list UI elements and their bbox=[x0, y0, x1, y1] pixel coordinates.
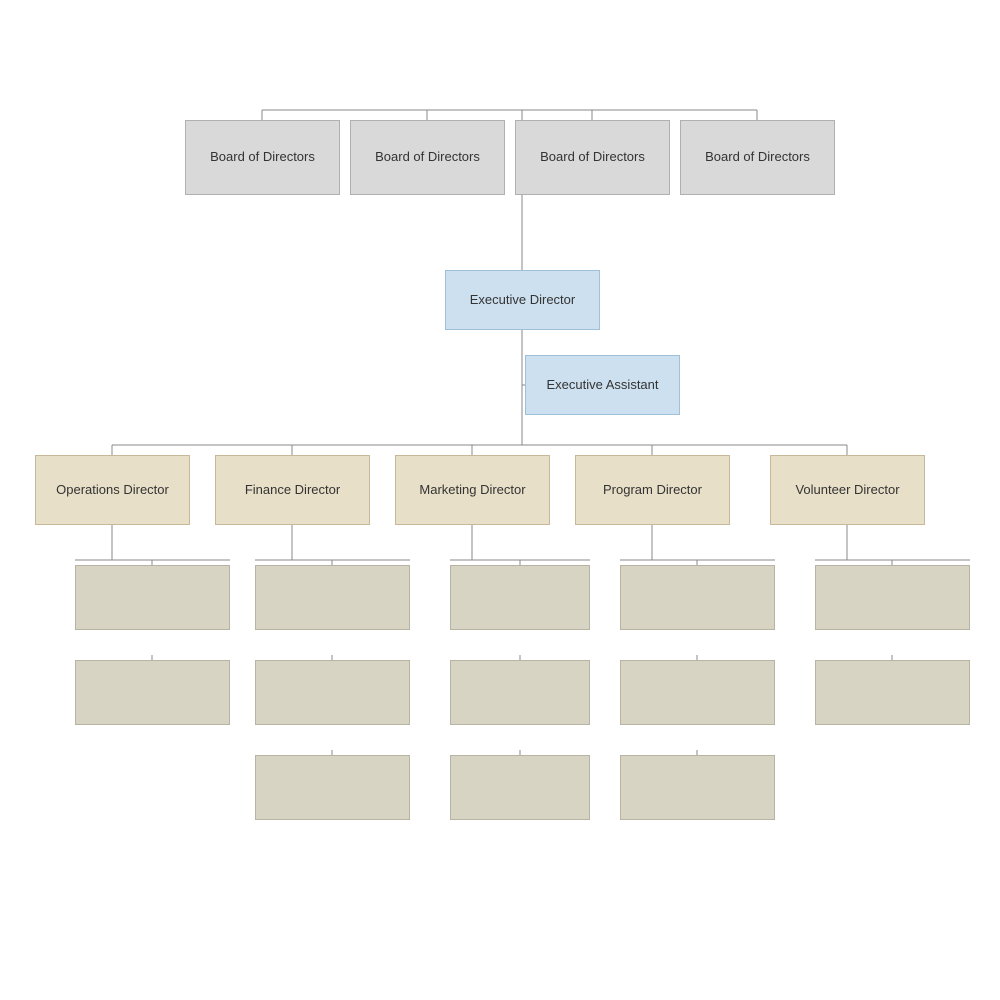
board-node-4: Board of Directors bbox=[680, 120, 835, 195]
fin-sub-node-3 bbox=[255, 755, 410, 820]
prog-sub-node-3 bbox=[620, 755, 775, 820]
mkt-sub-node-3 bbox=[450, 755, 590, 820]
board-node-3: Board of Directors bbox=[515, 120, 670, 195]
mkt-sub-node-1 bbox=[450, 565, 590, 630]
ops-sub-node-1 bbox=[75, 565, 230, 630]
exec-assistant-node: Executive Assistant bbox=[525, 355, 680, 415]
mkt-sub-node-2 bbox=[450, 660, 590, 725]
ops-sub-node-2 bbox=[75, 660, 230, 725]
prog-sub-node-1 bbox=[620, 565, 775, 630]
org-chart: Board of Directors Board of Directors Bo… bbox=[0, 0, 1000, 1000]
vol-sub-node-1 bbox=[815, 565, 970, 630]
mkt-director-node: Marketing Director bbox=[395, 455, 550, 525]
prog-sub-node-2 bbox=[620, 660, 775, 725]
vol-sub-node-2 bbox=[815, 660, 970, 725]
exec-director-node: Executive Director bbox=[445, 270, 600, 330]
fin-sub-node-2 bbox=[255, 660, 410, 725]
vol-director-node: Volunteer Director bbox=[770, 455, 925, 525]
fin-sub-node-1 bbox=[255, 565, 410, 630]
fin-director-node: Finance Director bbox=[215, 455, 370, 525]
ops-director-node: Operations Director bbox=[35, 455, 190, 525]
prog-director-node: Program Director bbox=[575, 455, 730, 525]
board-node-1: Board of Directors bbox=[185, 120, 340, 195]
board-node-2: Board of Directors bbox=[350, 120, 505, 195]
